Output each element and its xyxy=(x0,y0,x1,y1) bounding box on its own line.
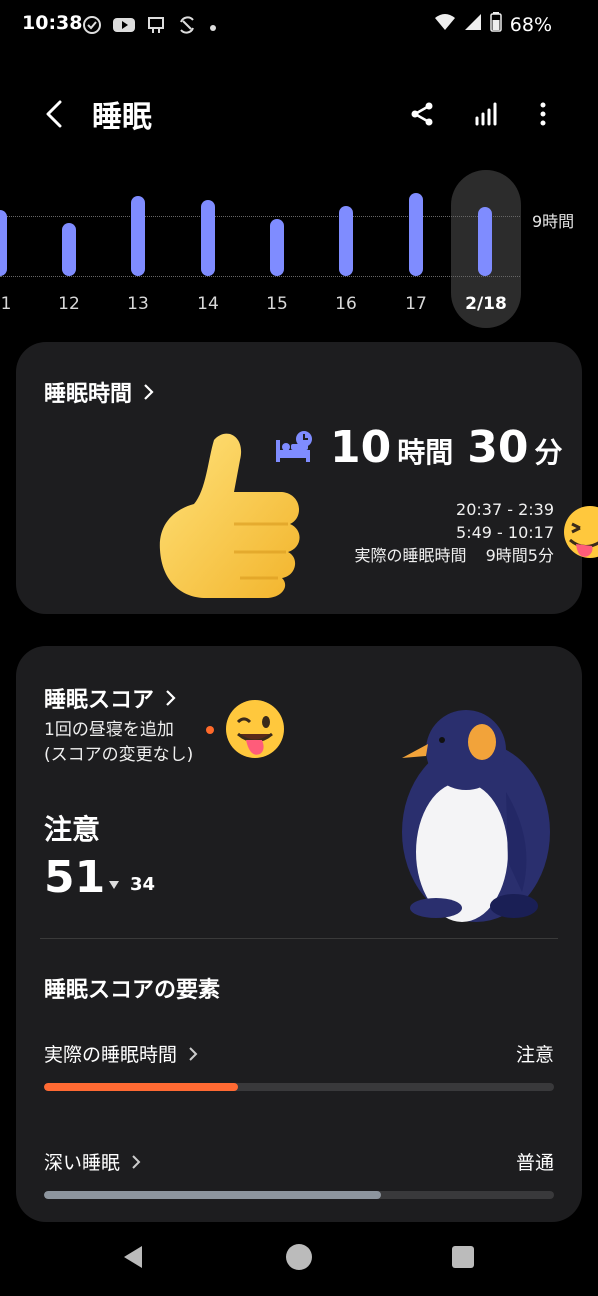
sleep-interval-1: 20:37 - 2:39 xyxy=(456,500,554,519)
gridline-baseline xyxy=(0,276,520,277)
actual-sleep-row: 実際の睡眠時間 9時間5分 xyxy=(355,544,554,567)
score-factors-title: 睡眠スコアの要素 xyxy=(44,978,221,1003)
factor-status: 注意 xyxy=(515,1044,554,1066)
gridline-9h xyxy=(0,216,520,217)
day-bar[interactable] xyxy=(62,223,76,276)
day-bar[interactable] xyxy=(0,210,7,276)
notification-dot xyxy=(206,726,214,734)
nap-note-text: (スコアの変更なし) xyxy=(44,745,194,765)
day-bar[interactable] xyxy=(339,206,353,276)
day-bar[interactable] xyxy=(131,196,145,276)
day-bar[interactable] xyxy=(409,193,423,276)
hours-value: 10 xyxy=(330,422,392,473)
score-change: 34 xyxy=(108,874,155,895)
check-circle-icon xyxy=(82,15,102,39)
hours-unit: 時間 xyxy=(397,436,454,469)
wifi-icon xyxy=(434,13,456,36)
day-bar[interactable] xyxy=(201,200,215,276)
down-triangle-icon xyxy=(109,880,119,889)
back-arrow-icon xyxy=(46,100,62,128)
minutes-unit: 分 xyxy=(534,436,563,469)
nap-info: 1回の昼寝を追加 (スコアの変更なし) xyxy=(44,718,193,768)
bed-clock-icon xyxy=(276,431,312,462)
app-icon xyxy=(146,15,166,39)
day-bar[interactable] xyxy=(270,219,284,276)
chevron-right-icon xyxy=(144,384,154,400)
status-notification-icons xyxy=(82,14,218,40)
nav-home-icon[interactable] xyxy=(284,1242,314,1272)
system-navigation-bar xyxy=(0,1228,598,1296)
more-vertical-icon xyxy=(540,102,546,126)
score-delta-value: 34 xyxy=(130,874,156,895)
sync-icon xyxy=(176,14,198,40)
factor-label-link[interactable]: 深い睡眠 xyxy=(44,1148,142,1175)
youtube-icon xyxy=(112,16,136,38)
score-status: 注意 xyxy=(44,813,101,846)
status-time: 10:38 xyxy=(22,12,83,34)
factor-progress-fill xyxy=(44,1191,381,1199)
sleep-time-card[interactable]: 睡眠時間 10 時間 30 分 20:37 - 2:39 5:49 - 10:1… xyxy=(16,342,582,614)
dot-icon xyxy=(208,18,218,37)
day-label-selected[interactable]: 2/18 xyxy=(460,294,512,314)
sleep-duration: 10 時間 30 分 xyxy=(330,422,563,473)
factor-progress-track xyxy=(44,1191,554,1199)
day-bar-selected[interactable] xyxy=(478,207,492,276)
day-label[interactable]: 15 xyxy=(257,294,297,314)
sleep-score-card[interactable]: 睡眠スコア 1回の昼寝を追加 (スコアの変更なし) 注意 51 34 睡眠スコア… xyxy=(16,646,582,1222)
share-button[interactable] xyxy=(404,96,440,132)
sleep-time-title-link[interactable]: 睡眠時間 xyxy=(44,376,156,408)
sleep-score-title-link[interactable]: 睡眠スコア xyxy=(44,682,178,714)
factor-actual-sleep[interactable]: 実際の睡眠時間 注意 xyxy=(44,1040,554,1091)
chevron-right-icon xyxy=(189,1046,198,1061)
day-label[interactable]: 13 xyxy=(118,294,158,314)
day-label[interactable]: 16 xyxy=(326,294,366,314)
day-label[interactable]: 17 xyxy=(396,294,436,314)
factor-deep-sleep[interactable]: 深い睡眠 普通 xyxy=(44,1148,554,1199)
y-axis-label: 9時間 xyxy=(532,212,575,231)
day-label[interactable]: 12 xyxy=(49,294,89,314)
nap-added-text: 1回の昼寝を追加 xyxy=(44,720,174,740)
battery-percent: 68% xyxy=(509,13,552,36)
nav-recents-icon[interactable] xyxy=(450,1244,476,1270)
factor-progress-track xyxy=(44,1083,554,1091)
sleep-intervals: 20:37 - 2:39 5:49 - 10:17 実際の睡眠時間 9時間5分 xyxy=(355,498,554,567)
sleep-score-title: 睡眠スコア xyxy=(44,688,155,713)
factor-label: 深い睡眠 xyxy=(44,1152,121,1174)
chevron-right-icon xyxy=(166,690,176,706)
battery-icon xyxy=(490,12,502,37)
winking-tongue-emoji xyxy=(226,700,284,758)
signal-icon xyxy=(464,13,482,36)
tongue-out-emoji xyxy=(564,506,598,558)
share-icon xyxy=(411,102,433,126)
factor-label-link[interactable]: 実際の睡眠時間 xyxy=(44,1040,199,1067)
factor-label: 実際の睡眠時間 xyxy=(44,1044,178,1066)
factor-progress-fill xyxy=(44,1083,238,1091)
sleep-score-value: 51 xyxy=(44,852,106,903)
day-label[interactable]: 1 xyxy=(0,294,26,314)
bar-chart-icon xyxy=(475,102,497,126)
factor-status: 普通 xyxy=(515,1152,554,1174)
sleep-interval-2: 5:49 - 10:17 xyxy=(456,523,554,542)
sleep-time-title: 睡眠時間 xyxy=(44,382,133,407)
nav-back-icon[interactable] xyxy=(118,1242,148,1272)
back-button[interactable] xyxy=(38,94,74,134)
actual-sleep-label: 実際の睡眠時間 xyxy=(354,546,467,565)
actual-sleep-value: 9時間5分 xyxy=(485,546,554,565)
page-title: 睡眠 xyxy=(92,100,152,135)
trends-button[interactable] xyxy=(468,96,504,132)
divider xyxy=(40,938,558,939)
chevron-right-icon xyxy=(132,1154,141,1169)
status-right: 68% xyxy=(434,12,552,37)
minutes-value: 30 xyxy=(467,422,529,473)
weekly-sleep-chart: 9時間 1 12 13 14 15 16 17 2/18 xyxy=(0,170,598,330)
more-options-button[interactable] xyxy=(525,96,561,132)
day-label[interactable]: 14 xyxy=(188,294,228,314)
penguin-illustration xyxy=(402,710,550,922)
